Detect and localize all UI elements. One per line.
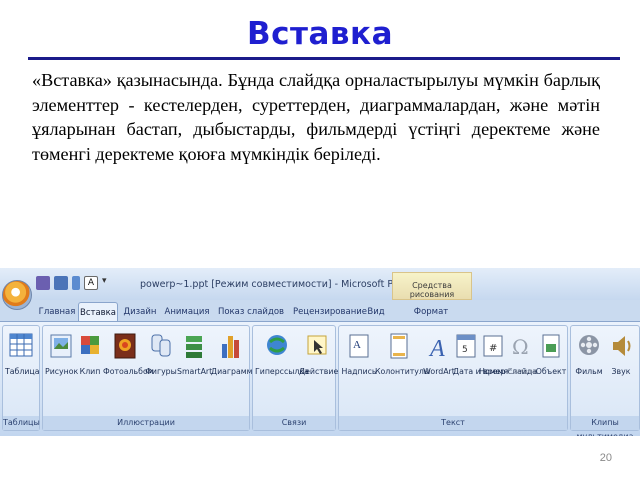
picture-icon [50, 334, 72, 358]
date-time-label: Дата и время [453, 367, 509, 376]
table-label: Таблица [5, 367, 40, 376]
globe-link-icon [267, 335, 287, 355]
slide-title: Вставка [247, 16, 393, 52]
calendar-icon: 5 [456, 334, 476, 358]
svg-text:#: # [489, 343, 497, 354]
header-footer-icon [390, 333, 408, 359]
sound-button[interactable]: Звук [605, 330, 637, 377]
chart-icon [222, 336, 239, 358]
table-icon [9, 333, 33, 357]
svg-text:Ω: Ω [512, 335, 529, 359]
textbox-icon: A [349, 334, 369, 358]
clip-label: Клип [79, 367, 101, 376]
title-underline [28, 57, 620, 60]
symbol-label: Символ [507, 367, 538, 376]
group-tables: Таблица Таблицы [2, 325, 40, 431]
group-text: A Надпись Колонтитулы A WordArt 5 Дата и… [338, 325, 568, 431]
clipart-icon [81, 336, 99, 354]
clip-button[interactable]: Клип [77, 330, 103, 377]
photo-album-icon [114, 333, 136, 359]
font-box-icon[interactable]: A [84, 276, 98, 290]
tab-home[interactable]: Главная [36, 302, 78, 322]
picture-button[interactable]: Рисунок [45, 330, 79, 377]
ribbon-tabs: Главная Вставка Дизайн Анимация Показ сл… [0, 300, 640, 322]
save-icon[interactable] [36, 276, 50, 290]
slide-number-button[interactable]: # Номер слайда [479, 330, 538, 377]
tab-insert[interactable]: Вставка [78, 302, 118, 322]
slide-number-icon: # [483, 335, 503, 357]
svg-text:A: A [428, 336, 445, 362]
chart-button[interactable]: Диаграмма [211, 330, 258, 377]
customize-qat-icon[interactable]: ▾ [102, 276, 110, 290]
group-text-label: Текст [339, 416, 567, 430]
film-reel-icon [579, 335, 599, 355]
object-icon [542, 334, 560, 358]
tab-review[interactable]: Рецензирование [288, 302, 372, 322]
group-links: Гиперссылка Действие Связи [252, 325, 339, 431]
slide-number-label: Номер слайда [479, 367, 538, 376]
group-illustrations: Рисунок Клип Фотоальбом Фигуры SmartArt … [42, 325, 258, 431]
quick-access-toolbar: A ▾ [36, 274, 110, 292]
tab-slideshow[interactable]: Показ слайдов [216, 302, 286, 322]
object-label: Объект [535, 367, 567, 376]
title-bar: A ▾ powerp~1.ppt [Режим совместимости] -… [0, 268, 640, 300]
action-label: Действие [299, 367, 339, 376]
textbox-label: Надпись [341, 367, 377, 376]
table-button[interactable]: Таблица [5, 330, 40, 377]
slide-number: 20 [599, 452, 612, 464]
tab-animation[interactable]: Анимация [162, 302, 212, 322]
omega-icon: Ω [512, 335, 529, 359]
group-illustrations-label: Иллюстрации [43, 416, 249, 430]
header-footer-label: Колонтитулы [375, 367, 431, 376]
action-icon [307, 335, 327, 355]
tab-format[interactable]: Формат [404, 302, 458, 322]
sound-label: Звук [611, 367, 631, 376]
group-tables-label: Таблицы [3, 416, 40, 430]
symbol-button: Ω Символ [507, 330, 538, 377]
group-links-label: Связи [253, 416, 335, 430]
contextual-tab-title: Средства рисования [392, 272, 472, 300]
group-media-label: Клипы мультимедиа [571, 416, 639, 436]
action-button[interactable]: Действие [299, 330, 339, 377]
movie-label: Фильм [575, 367, 603, 376]
smartart-label: SmartArt [177, 367, 213, 376]
object-button[interactable]: Объект [535, 330, 567, 377]
tab-design[interactable]: Дизайн [120, 302, 160, 322]
svg-text:5: 5 [462, 345, 468, 355]
group-media: Фильм Звук Клипы мультимедиа [570, 325, 640, 436]
undo-icon[interactable] [54, 276, 68, 290]
header-footer-button[interactable]: Колонтитулы [375, 330, 431, 377]
chart-label: Диаграмма [211, 367, 258, 376]
smartart-button[interactable]: SmartArt [177, 330, 213, 377]
shapes-label: Фигуры [145, 367, 177, 376]
date-time-button[interactable]: 5 Дата и время [453, 330, 509, 377]
picture-label: Рисунок [45, 367, 79, 376]
speaker-icon [613, 336, 631, 356]
movie-button[interactable]: Фильм [573, 330, 605, 377]
photo-album-button[interactable]: Фотоальбом [103, 330, 154, 377]
smartart-icon [186, 336, 202, 358]
shapes-icon [151, 334, 171, 357]
wordart-button[interactable]: A WordArt [423, 330, 455, 377]
textbox-button[interactable]: A Надпись [341, 330, 377, 377]
wordart-label: WordArt [423, 367, 455, 376]
ribbon-panel: Таблица Таблицы Рисунок Клип Фотоальбом … [0, 321, 640, 436]
hyperlink-label: Гиперссылка [255, 367, 309, 376]
tab-view[interactable]: Вид [362, 302, 390, 322]
hyperlink-button[interactable]: Гиперссылка [255, 330, 309, 377]
wordart-icon: A [428, 336, 445, 362]
ribbon-screenshot: A ▾ powerp~1.ppt [Режим совместимости] -… [0, 268, 640, 436]
undo-dropdown-icon[interactable] [72, 276, 80, 290]
svg-text:A: A [353, 339, 361, 351]
shapes-button[interactable]: Фигуры [145, 330, 177, 377]
slide-body-text: «Вставка» қазынасында. Бұнда слайдқа орн… [32, 70, 600, 164]
photo-album-label: Фотоальбом [103, 367, 154, 376]
